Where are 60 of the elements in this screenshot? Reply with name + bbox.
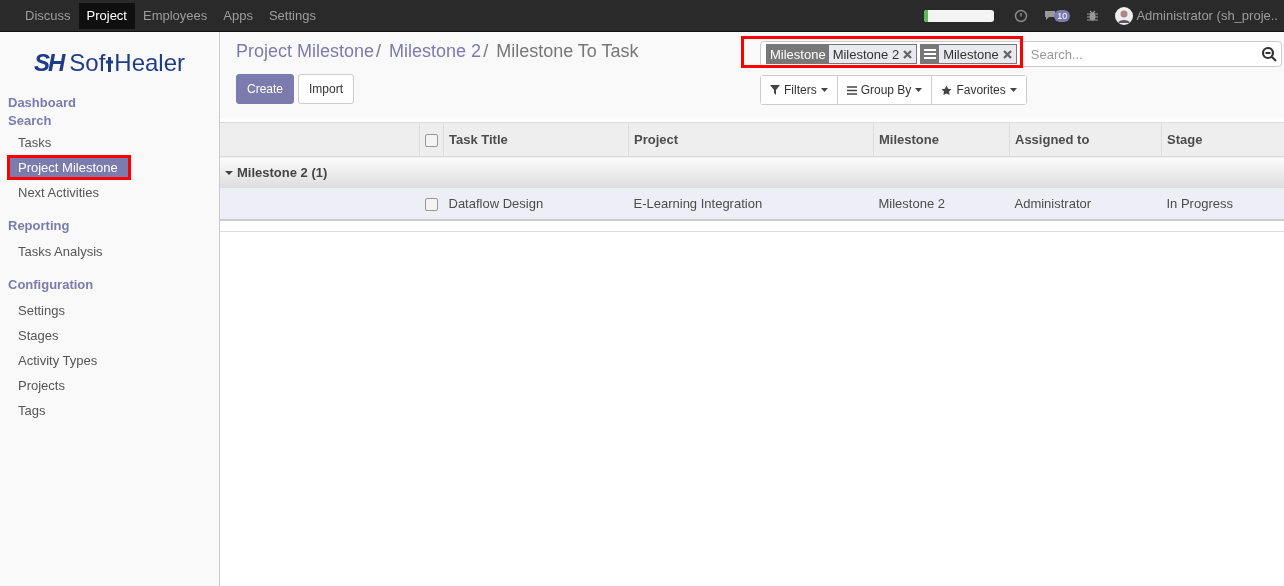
remove-icon[interactable]: [903, 49, 913, 59]
checkbox[interactable]: [424, 198, 438, 212]
sidebar-link[interactable]: Dashboard: [0, 94, 84, 112]
sidebar-item[interactable]: Tasks: [0, 130, 219, 155]
caret-icon: [225, 168, 233, 177]
sidebar-item[interactable]: Project Milestone: [7, 155, 131, 180]
caret-icon: [915, 88, 923, 92]
caret-icon: [820, 88, 828, 92]
sidebar-item[interactable]: Activity Types: [0, 348, 219, 373]
user-menu[interactable]: Administrator (sh_proje..: [1136, 8, 1278, 23]
sidebar-heading: Configuration: [7, 276, 95, 294]
top-menu-item[interactable]: Project: [78, 2, 135, 29]
group-header[interactable]: Milestone 2 (1): [225, 165, 328, 181]
column-header[interactable]: Project: [628, 122, 874, 157]
breadcrumb-link[interactable]: Milestone 2: [389, 41, 482, 62]
search-bar[interactable]: Milestone Milestone 2 Milestone Search...: [760, 41, 1282, 67]
top-menu-item[interactable]: Apps: [215, 0, 261, 31]
logo: SH Sof Healer: [32, 48, 187, 78]
clock-icon[interactable]: [1014, 8, 1029, 23]
caret-icon: [1009, 88, 1017, 92]
checkbox[interactable]: [425, 134, 438, 148]
table-cell: Dataflow Design: [443, 188, 629, 220]
breadcrumb-current: Milestone To Task: [496, 41, 639, 62]
sidebar-item[interactable]: Stages: [0, 323, 219, 348]
sidebar-item[interactable]: Projects: [0, 373, 219, 398]
sidebar-item[interactable]: Settings: [0, 298, 219, 323]
avatar-icon[interactable]: [1115, 6, 1134, 25]
create-button[interactable]: Create: [236, 74, 295, 104]
bug-icon[interactable]: [1086, 9, 1100, 22]
top-menu-item[interactable]: Discuss: [17, 0, 79, 31]
table-cell: E-Learning Integration: [628, 188, 874, 220]
remove-icon[interactable]: [1002, 49, 1012, 59]
breadcrumb-link[interactable]: Project Milestone: [236, 41, 375, 62]
breadcrumb-separator: /: [376, 41, 382, 62]
sidebar-item[interactable]: Next Activities: [0, 180, 219, 205]
table-cell: In Progress: [1161, 188, 1284, 220]
table-cell: Administrator: [1009, 188, 1162, 220]
top-menu-item[interactable]: Settings: [260, 0, 324, 31]
search-option-button[interactable]: Filters: [761, 76, 838, 104]
star-icon: [941, 84, 953, 96]
column-header[interactable]: Stage: [1161, 122, 1284, 157]
search-facet[interactable]: Milestone Milestone 2: [766, 44, 918, 64]
top-menu-item[interactable]: Employees: [135, 0, 216, 31]
filter-icon: [770, 85, 780, 95]
sidebar-item[interactable]: Tasks Analysis: [0, 239, 219, 264]
sidebar-heading: Reporting: [7, 217, 71, 235]
search-icon[interactable]: [1261, 46, 1277, 62]
search-facet[interactable]: Milestone: [920, 44, 1017, 64]
column-header[interactable]: Task Title: [443, 122, 629, 157]
breadcrumb-separator: /: [483, 41, 489, 62]
list-icon: [924, 49, 937, 59]
sidebar-link[interactable]: Search: [0, 112, 60, 130]
table-cell: Milestone 2: [873, 188, 1010, 220]
import-button[interactable]: Import: [298, 74, 355, 104]
sidebar-item[interactable]: Tags: [0, 398, 219, 423]
message-count: 10: [1054, 9, 1071, 22]
column-header[interactable]: Assigned to: [1009, 122, 1162, 157]
list-icon: [846, 85, 857, 95]
chat-icon[interactable]: [1044, 10, 1057, 21]
column-header[interactable]: Milestone: [873, 122, 1010, 157]
